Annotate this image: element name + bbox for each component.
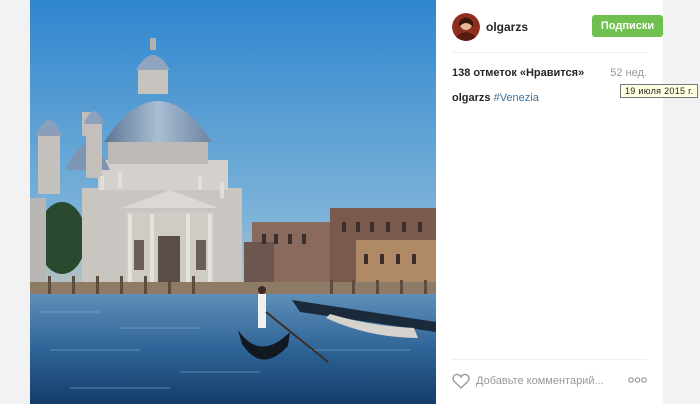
caption-username[interactable]: olgarzs [452,92,491,104]
likes-count[interactable]: 138 отметок «Нравится» [452,67,584,79]
post-time[interactable]: 52 нед. [610,67,647,79]
post-card: olgarzs Подписки 138 отметок «Нравится» … [30,0,663,404]
username[interactable]: olgarzs [486,20,528,34]
post-photo[interactable] [30,0,436,404]
follow-button[interactable]: Подписки [592,15,663,37]
divider [452,52,647,53]
post-header: olgarzs Подписки [452,12,663,42]
heart-icon[interactable] [452,373,470,389]
comment-bar [452,371,647,393]
post-sidebar: olgarzs Подписки 138 отметок «Нравится» … [436,0,663,404]
hashtag-link[interactable]: #Venezia [494,92,539,104]
more-options-icon[interactable] [628,376,647,384]
comment-input[interactable] [476,373,616,389]
date-tooltip: 19 июля 2015 г. [620,84,699,98]
post-caption: olgarzs #Venezia [452,92,539,104]
divider [452,359,647,360]
avatar[interactable] [452,13,480,41]
